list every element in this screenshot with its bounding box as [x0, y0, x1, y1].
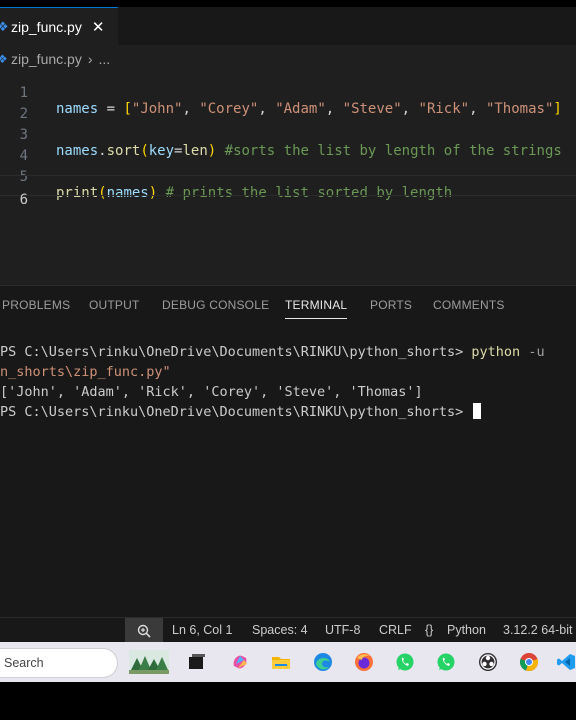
- editor-tab-bar: ❖ zip_func.py ✕: [0, 7, 576, 45]
- edge-icon[interactable]: [313, 652, 333, 672]
- terminal-line-command[interactable]: PS C:\Users\rinku\OneDrive\Documents\RIN…: [0, 344, 553, 360]
- tab-ports[interactable]: PORTS: [370, 298, 412, 312]
- bottom-letterbox: [0, 682, 576, 720]
- taskbar-search[interactable]: Search: [0, 648, 118, 678]
- code-line-6[interactable]: 6: [0, 175, 576, 208]
- terminal-line-prompt[interactable]: PS C:\Users\rinku\OneDrive\Documents\RIN…: [0, 403, 482, 420]
- close-icon[interactable]: ✕: [92, 18, 105, 36]
- encoding[interactable]: UTF-8: [325, 623, 360, 637]
- firefox-icon[interactable]: [354, 652, 374, 672]
- terminal-output: ['John', 'Adam', 'Rick', 'Corey', 'Steve…: [0, 384, 423, 400]
- tab-zip-func[interactable]: ❖ zip_func.py ✕: [0, 7, 118, 45]
- python-file-icon: ❖: [0, 18, 9, 34]
- chrome-icon[interactable]: [519, 652, 539, 672]
- breadcrumb-separator: ›: [87, 51, 93, 67]
- search-label: Search: [4, 656, 44, 670]
- terminal-cursor: [473, 403, 482, 419]
- task-view-icon[interactable]: [187, 652, 207, 672]
- whatsapp-icon-2[interactable]: [436, 652, 456, 672]
- line-endings[interactable]: CRLF: [379, 623, 412, 637]
- cursor-position[interactable]: Ln 6, Col 1: [172, 623, 232, 637]
- copilot-icon[interactable]: [230, 652, 250, 672]
- taskbar: Search: [0, 642, 576, 682]
- code-line-1[interactable]: 1 names = ["John", "Corey", "Adam", "Ste…: [0, 69, 576, 117]
- python-interpreter[interactable]: 3.12.2 64-bit: [503, 623, 573, 637]
- line-number: 6: [19, 192, 28, 208]
- braces-icon[interactable]: {}: [425, 623, 433, 637]
- code-line-5[interactable]: 5 print(names) # prints the list sorted …: [0, 153, 576, 201]
- python-file-icon: ❖: [0, 52, 8, 66]
- vscode-icon[interactable]: [556, 652, 576, 672]
- terminal-line-path: n_shorts\zip_func.py": [0, 364, 171, 380]
- bottom-panel: PROBLEMS OUTPUT DEBUG CONSOLE TERMINAL P…: [0, 285, 576, 618]
- breadcrumb-file[interactable]: zip_func.py: [11, 51, 82, 67]
- code-line-2[interactable]: 2: [0, 90, 576, 122]
- indentation[interactable]: Spaces: 4: [252, 623, 308, 637]
- tab-terminal[interactable]: TERMINAL: [285, 298, 348, 319]
- code-editor[interactable]: ❖ zip_func.py › ... 1 names = ["John", "…: [0, 45, 576, 285]
- tab-problems[interactable]: PROBLEMS: [2, 298, 70, 312]
- obs-icon[interactable]: [478, 652, 498, 672]
- tab-output[interactable]: OUTPUT: [89, 298, 140, 312]
- code-line-3[interactable]: 3 names.sort(key=len) #sorts the list by…: [0, 111, 576, 159]
- status-bar: Ln 6, Col 1 Spaces: 4 UTF-8 CRLF {} Pyth…: [0, 617, 576, 643]
- language-mode[interactable]: Python: [447, 623, 486, 637]
- tab-comments[interactable]: COMMENTS: [433, 298, 505, 312]
- tab-debug-console[interactable]: DEBUG CONSOLE: [162, 298, 269, 312]
- landscape-widget-icon[interactable]: [129, 650, 169, 674]
- whatsapp-icon[interactable]: [395, 652, 415, 672]
- top-strip: [0, 0, 576, 7]
- panel-tabs: PROBLEMS OUTPUT DEBUG CONSOLE TERMINAL P…: [0, 298, 576, 322]
- file-explorer-icon[interactable]: [271, 652, 291, 672]
- code-line-4[interactable]: 4: [0, 132, 576, 164]
- breadcrumb-more[interactable]: ...: [99, 51, 111, 67]
- tab-label: zip_func.py: [11, 18, 82, 35]
- zoom-icon[interactable]: [125, 618, 163, 643]
- breadcrumb: ❖ zip_func.py › ...: [0, 48, 110, 70]
